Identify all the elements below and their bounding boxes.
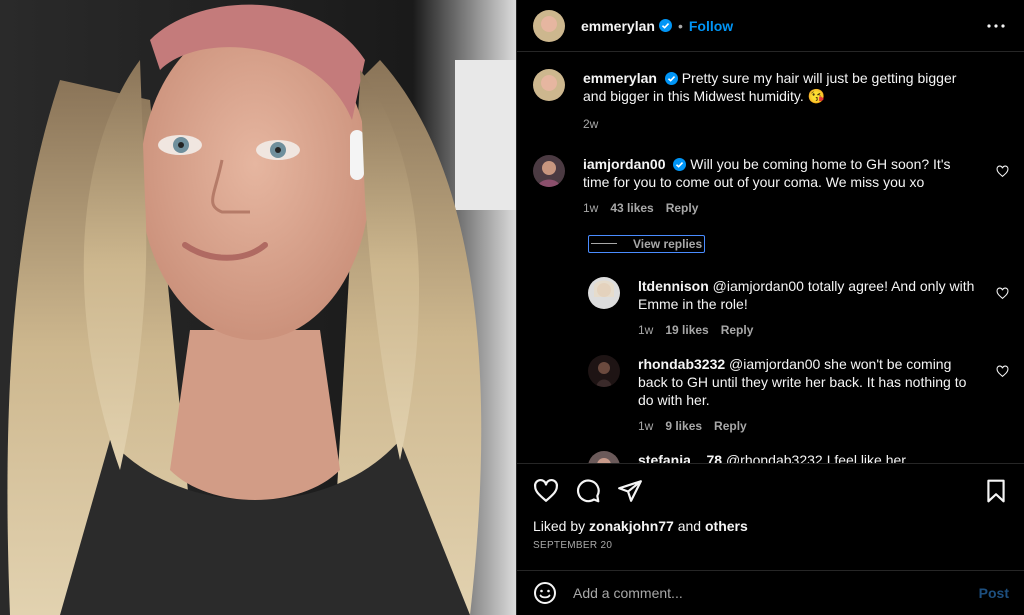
post-caption: emmerylan Pretty sure my hair will just … <box>533 69 1009 133</box>
comments-list[interactable]: emmerylan Pretty sure my hair will just … <box>517 53 1024 463</box>
commenter-avatar[interactable] <box>533 155 565 187</box>
caption-username[interactable]: emmerylan <box>583 70 657 86</box>
liked-by-user[interactable]: zonakjohn77 <box>589 518 674 534</box>
comment-input[interactable] <box>573 585 979 601</box>
reply-avatar[interactable] <box>588 276 620 309</box>
like-comment-heart-icon[interactable] <box>996 165 1009 178</box>
reply-item: stefania__78 @rhondab3232 I feel like he… <box>588 450 1009 464</box>
caption-time[interactable]: 2w <box>583 115 598 133</box>
post-header: emmerylan • Follow <box>517 0 1024 52</box>
liked-by-prefix: Liked by <box>533 518 586 534</box>
post-comment-button[interactable]: Post <box>979 585 1009 601</box>
liked-by-and: and <box>677 518 702 534</box>
bookmark-icon[interactable] <box>983 478 1009 504</box>
heart-icon[interactable] <box>533 478 559 504</box>
post-actions: Liked by zonakjohn77 and others SEPTEMBE… <box>517 463 1024 563</box>
author-username[interactable]: emmerylan <box>581 18 655 34</box>
verified-icon <box>664 72 678 85</box>
reply-time[interactable]: 1w <box>638 321 653 339</box>
comment-reply-button[interactable]: Reply <box>666 199 699 217</box>
liked-by-others[interactable]: others <box>705 518 748 534</box>
add-comment-bar: Post <box>517 570 1024 615</box>
reply-username[interactable]: stefania__78 <box>638 452 722 464</box>
author-avatar[interactable] <box>533 9 565 42</box>
liked-by: Liked by zonakjohn77 and others <box>533 518 1009 534</box>
like-reply-heart-icon[interactable] <box>996 364 1009 378</box>
reply-username[interactable]: rhondab3232 <box>638 356 725 372</box>
post-date[interactable]: SEPTEMBER 20 <box>533 540 1009 551</box>
separator-dot: • <box>677 17 683 34</box>
post-modal: emmerylan • Follow emmerylan Pretty sure… <box>0 0 1024 615</box>
emoji-icon[interactable] <box>533 581 557 605</box>
share-icon[interactable] <box>617 478 643 504</box>
follow-button[interactable]: Follow <box>689 18 733 34</box>
verified-icon <box>658 19 672 32</box>
verified-icon <box>673 158 687 171</box>
reply-likes[interactable]: 9 likes <box>665 417 702 435</box>
post-photo[interactable] <box>0 0 516 615</box>
author-avatar[interactable] <box>533 69 565 101</box>
view-replies-button[interactable]: View replies <box>588 234 706 253</box>
reply-text: @rhondab3232 I feel like her <box>725 451 906 464</box>
replies-list: ltdennison @iamjordan00 totally agree! A… <box>588 276 1009 464</box>
view-replies-line <box>591 243 617 244</box>
reply-reply-button[interactable]: Reply <box>714 417 747 435</box>
comment-item: iamjordan00 Will you be coming home to G… <box>533 155 1009 217</box>
reply-reply-button[interactable]: Reply <box>721 321 754 339</box>
reply-likes[interactable]: 19 likes <box>665 321 708 339</box>
reply-time[interactable]: 1w <box>638 417 653 435</box>
view-replies-label: View replies <box>633 236 703 251</box>
more-icon[interactable] <box>984 14 1008 38</box>
post-side-panel: emmerylan • Follow emmerylan Pretty sure… <box>516 0 1024 615</box>
action-icons <box>533 464 1009 518</box>
like-reply-heart-icon[interactable] <box>996 286 1009 300</box>
comment-username[interactable]: iamjordan00 <box>583 156 665 172</box>
reply-item: rhondab3232 @iamjordan00 she won't be co… <box>588 354 1009 435</box>
reply-username[interactable]: ltdennison <box>638 278 709 294</box>
reply-avatar[interactable] <box>588 354 620 387</box>
comment-likes[interactable]: 43 likes <box>610 199 653 217</box>
comment-time[interactable]: 1w <box>583 199 598 217</box>
reply-avatar[interactable] <box>588 450 620 463</box>
comment-icon[interactable] <box>575 478 601 504</box>
reply-item: ltdennison @iamjordan00 totally agree! A… <box>588 276 1009 339</box>
selfie-image <box>0 0 516 615</box>
